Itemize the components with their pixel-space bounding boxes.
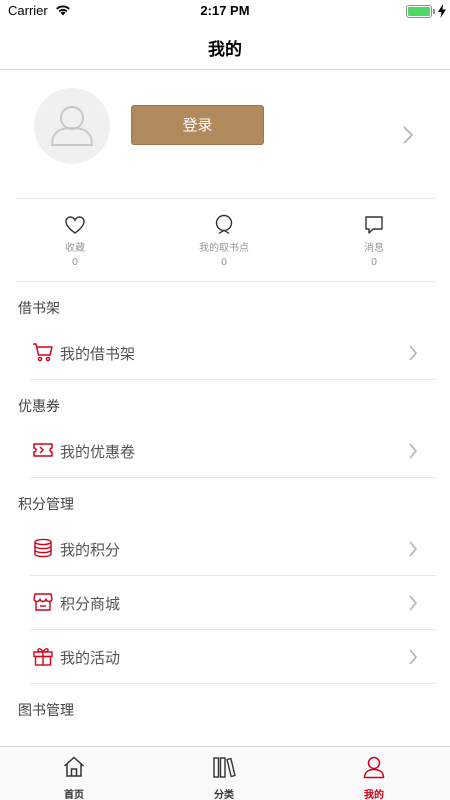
row-my-activities[interactable]: 我的活动 xyxy=(30,630,436,684)
profile-icon xyxy=(363,756,385,779)
row-label: 我的优惠卷 xyxy=(60,443,136,461)
tab-me[interactable]: 我的 xyxy=(329,755,419,800)
stat-label: 消息 xyxy=(364,243,384,254)
section-title-borrow: 借书架 xyxy=(18,301,60,317)
battery-tip xyxy=(433,9,435,14)
row-my-bookshelf[interactable]: 我的借书架 xyxy=(30,326,436,380)
coins-icon xyxy=(34,538,52,558)
row-label: 我的积分 xyxy=(60,541,121,559)
row-points-mall[interactable]: 积分商城 xyxy=(30,576,436,630)
section-title-books: 图书管理 xyxy=(18,703,74,719)
stat-label: 收藏 xyxy=(65,243,85,254)
navigation-bar: 我的 xyxy=(0,24,450,70)
charging-bolt-icon xyxy=(438,4,446,18)
chevron-right-icon xyxy=(409,443,417,459)
row-label: 积分商城 xyxy=(60,595,121,613)
tab-categories[interactable]: 分类 xyxy=(179,755,269,800)
stat-favorites[interactable]: 收藏 0 xyxy=(15,213,135,268)
heart-icon xyxy=(65,216,85,234)
row-label: 我的活动 xyxy=(60,649,121,667)
row-my-points[interactable]: 我的积分 xyxy=(30,522,436,576)
location-pin-icon xyxy=(215,214,233,235)
divider xyxy=(16,281,436,282)
section-title-coupon: 优惠券 xyxy=(18,399,60,415)
stat-count: 0 xyxy=(220,257,228,268)
tab-bar: 首页 分类 我的 xyxy=(0,746,450,800)
stat-messages[interactable]: 消息 0 xyxy=(314,213,434,268)
stat-label: 我的取书点 xyxy=(199,243,249,254)
cart-icon xyxy=(33,343,53,362)
section-title-points: 积分管理 xyxy=(18,497,74,513)
tab-home[interactable]: 首页 xyxy=(29,755,119,800)
profile-header[interactable]: 登录 xyxy=(0,71,450,198)
chevron-right-icon xyxy=(409,345,417,361)
chevron-right-icon xyxy=(409,595,417,611)
chevron-right-icon[interactable] xyxy=(402,125,414,145)
ticket-icon xyxy=(33,443,53,457)
user-placeholder-icon xyxy=(51,106,93,146)
stat-count: 0 xyxy=(71,257,79,268)
gift-icon xyxy=(33,648,53,666)
login-button[interactable]: 登录 xyxy=(131,105,264,145)
row-label: 我的借书架 xyxy=(60,345,136,363)
stat-count: 0 xyxy=(370,257,378,268)
tab-label: 我的 xyxy=(364,790,384,800)
tab-label: 首页 xyxy=(64,790,84,800)
home-icon xyxy=(63,756,85,777)
status-time: 2:17 PM xyxy=(200,3,250,18)
page-title: 我的 xyxy=(208,40,242,60)
stats-bar: 收藏 0 我的取书点 0 消息 0 xyxy=(0,199,450,281)
status-bar: Carrier 2:17 PM xyxy=(0,0,450,24)
tab-label: 分类 xyxy=(214,790,234,800)
row-my-coupons[interactable]: 我的优惠卷 xyxy=(30,424,436,478)
chevron-right-icon xyxy=(409,541,417,557)
shop-icon xyxy=(33,593,53,611)
chevron-right-icon xyxy=(409,649,417,665)
battery-icon xyxy=(406,5,432,18)
message-icon xyxy=(365,216,383,234)
stat-pickup-point[interactable]: 我的取书点 0 xyxy=(164,213,284,268)
avatar[interactable] xyxy=(34,88,110,164)
books-icon xyxy=(213,757,236,778)
